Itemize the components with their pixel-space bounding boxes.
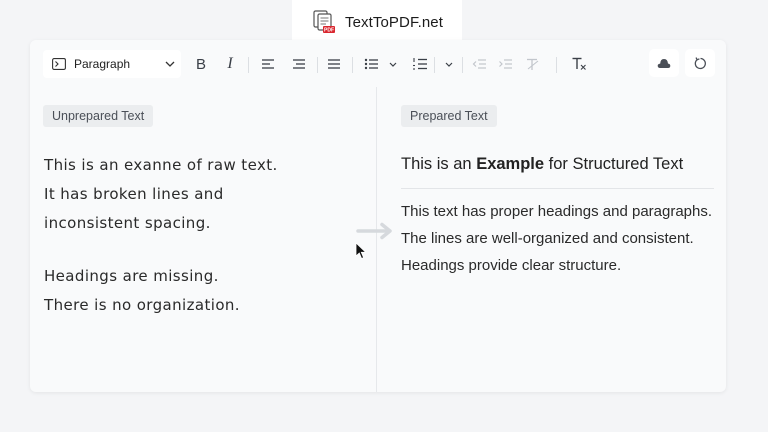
unprepared-text-tag: Unprepared Text [43,105,154,127]
prepared-body-text[interactable]: This text has proper headings and paragr… [401,198,716,279]
prepared-heading-pre: This is an [401,155,477,173]
bold-button[interactable]: B [191,55,211,73]
raw-text-line: It has broken lines and [44,185,224,203]
editor-panel: Paragraph B I Unprepared Text This is an… [30,40,726,392]
chevron-down-icon [389,62,397,67]
outdent-icon [472,59,486,69]
italic-icon: I [227,55,233,72]
align-justify-button[interactable] [325,56,343,72]
toolbar: Paragraph B I [30,40,726,87]
paragraph-style-select[interactable]: Paragraph [43,50,181,78]
arrow-right-icon [356,222,392,240]
refresh-icon [694,56,706,69]
numbered-list-icon [413,57,427,70]
prepared-heading[interactable]: This is an Example for Structured Text [401,155,683,174]
pdf-badge: PDF [324,28,334,34]
clear-formatting-icon [572,57,586,70]
align-left-button[interactable] [259,56,277,72]
site-logo[interactable]: PDF TextToPDF.net [292,0,462,44]
cloud-icon [657,58,671,68]
mouse-cursor-icon [355,242,367,260]
prepared-heading-bold: Example [476,155,545,173]
raw-text-line: Headings are missing. [44,267,219,285]
toolbar-separator [248,57,249,73]
align-center-icon [293,59,305,69]
clear-formatting-button[interactable] [570,55,588,73]
align-left-icon [262,59,274,69]
document-pdf-icon: PDF [313,10,335,34]
paragraph-style-icon [52,58,66,70]
toolbar-separator [352,57,353,73]
heading-underline [401,188,714,189]
toolbar-separator [434,57,435,73]
site-name: TextToPDF.net [344,13,443,31]
remove-format-icon [526,58,538,70]
raw-text-blank-line [44,238,278,262]
bold-icon: B [195,55,206,73]
numbered-list-button[interactable] [411,55,429,72]
refresh-button[interactable] [685,49,715,77]
remove-format-button[interactable] [523,56,541,72]
indent-button[interactable] [496,56,514,72]
cloud-button[interactable] [649,49,679,77]
toolbar-separator [556,57,557,73]
raw-text-line: inconsistent spacing. [44,214,211,232]
toolbar-separator [462,57,463,73]
italic-button[interactable]: I [220,55,240,73]
raw-text-line: There is no organization. [44,296,240,314]
bulleted-list-button[interactable] [362,56,380,72]
unprepared-text-pane: Unprepared Text This is an exanne of raw… [30,87,376,392]
prepared-heading-post: for Structured Text [544,155,684,173]
toolbar-separator [317,57,318,73]
paragraph-style-label: Paragraph [74,57,131,71]
prepared-text-tag: Prepared Text [401,105,497,127]
raw-text-line: This is an exanne of raw text. [44,156,278,174]
prepared-text-pane: Prepared Text This is an Example for Str… [377,87,726,392]
raw-text-editor[interactable]: This is an exanne of raw text. It has br… [44,151,278,320]
chevron-down-icon [165,61,175,67]
bulleted-list-options[interactable] [387,59,399,69]
chevron-down-icon [445,62,453,67]
bulleted-list-icon [364,58,378,70]
numbered-list-options[interactable] [443,59,455,69]
indent-icon [498,59,512,69]
align-center-button[interactable] [290,56,308,72]
outdent-button[interactable] [470,56,488,72]
align-justify-icon [328,59,340,69]
